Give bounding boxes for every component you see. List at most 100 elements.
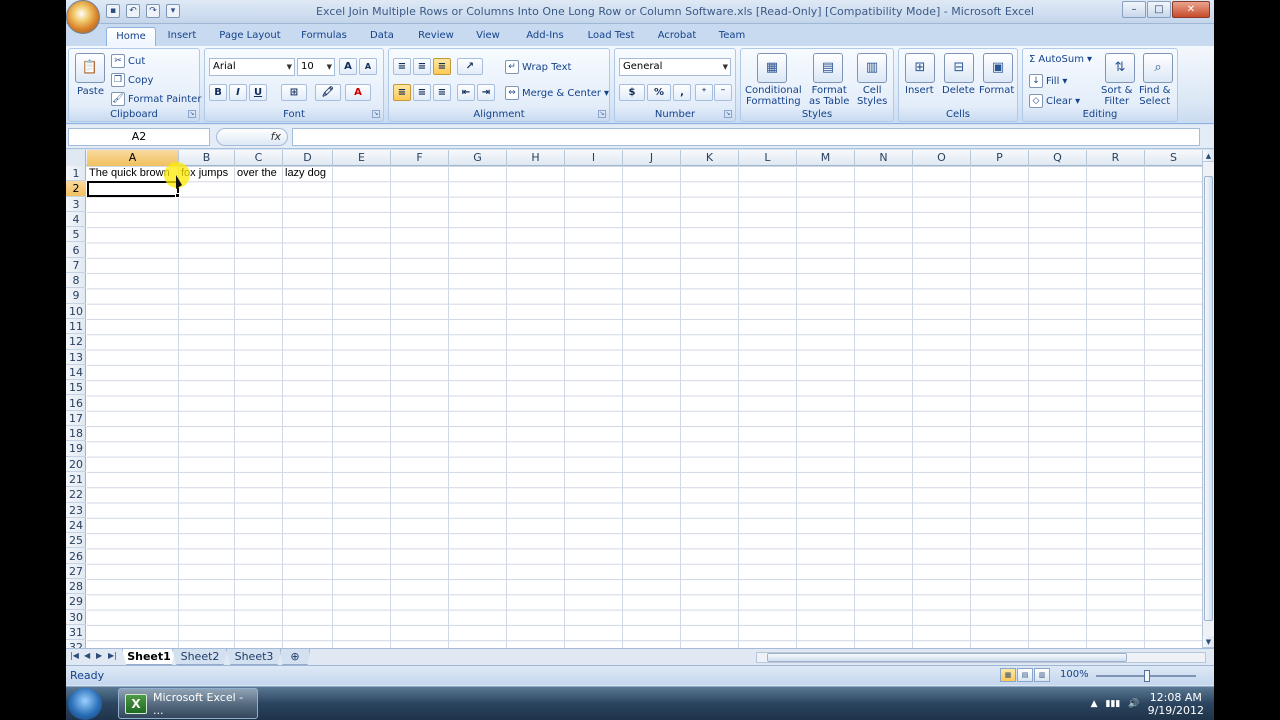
row-header-27[interactable]: 27 bbox=[66, 564, 86, 580]
row-header-6[interactable]: 6 bbox=[66, 243, 86, 258]
format-painter-button[interactable]: 🖌 Format Painter bbox=[111, 92, 201, 106]
row-header-20[interactable]: 20 bbox=[66, 457, 86, 472]
binoculars-icon[interactable]: ⌕ bbox=[1143, 53, 1173, 83]
insert-function-button[interactable]: fx bbox=[216, 128, 288, 146]
tab-review[interactable]: Review bbox=[412, 27, 460, 46]
column-header-i[interactable]: I bbox=[565, 150, 623, 166]
column-header-a[interactable]: A bbox=[87, 150, 179, 166]
sheet-tab-sheet2[interactable]: Sheet2 bbox=[172, 649, 228, 665]
last-sheet-icon[interactable]: ▶| bbox=[108, 651, 117, 660]
borders-button[interactable]: ⊞ bbox=[281, 84, 307, 101]
conditional-formatting-icon[interactable]: ▦ bbox=[757, 53, 787, 83]
column-header-k[interactable]: K bbox=[681, 150, 739, 166]
delete-cells-button[interactable]: Delete bbox=[942, 85, 975, 96]
insert-sheet-icon[interactable]: ⊕ bbox=[280, 649, 310, 665]
horizontal-scrollbar[interactable] bbox=[756, 652, 1206, 663]
increase-decimal-icon[interactable]: ⁺ bbox=[695, 84, 713, 101]
decrease-decimal-icon[interactable]: ⁻ bbox=[714, 84, 732, 101]
row-header-5[interactable]: 5 bbox=[66, 227, 86, 243]
tab-team[interactable]: Team bbox=[712, 27, 752, 46]
sheet-tab-sheet1[interactable]: Sheet1 bbox=[122, 649, 176, 665]
insert-cells-icon[interactable]: ⊞ bbox=[905, 53, 935, 83]
align-left-icon[interactable]: ≡ bbox=[393, 84, 411, 101]
page-break-view-icon[interactable]: ▥ bbox=[1034, 668, 1050, 682]
clipboard-launcher-icon[interactable]: ↘ bbox=[188, 110, 196, 118]
column-header-j[interactable]: J bbox=[623, 150, 681, 166]
select-all-button[interactable] bbox=[66, 150, 86, 166]
format-as-table-icon[interactable]: ▤ bbox=[813, 53, 843, 83]
sort-filter-icon[interactable]: ⇅ bbox=[1105, 53, 1135, 83]
row-header-24[interactable]: 24 bbox=[66, 518, 86, 534]
currency-button[interactable]: $ bbox=[619, 84, 645, 101]
row-header-21[interactable]: 21 bbox=[66, 472, 86, 488]
worksheet-grid[interactable]: ABCDEFGHIJKLMNOPQRS 1 2 3 4 5 6 7 8 9 10 11 12 13 14 1… bbox=[66, 150, 1202, 648]
taskbar-excel-button[interactable]: X Microsoft Excel - ... bbox=[118, 688, 258, 719]
column-header-g[interactable]: G bbox=[449, 150, 507, 166]
undo-icon[interactable]: ↶ bbox=[126, 4, 140, 18]
font-color-button[interactable]: A bbox=[345, 84, 371, 101]
row-header-25[interactable]: 25 bbox=[66, 533, 86, 549]
cell-styles-button[interactable]: Cell Styles bbox=[857, 85, 887, 107]
minimize-button[interactable]: – bbox=[1122, 1, 1146, 18]
row-header-26[interactable]: 26 bbox=[66, 549, 86, 564]
tab-load-test[interactable]: Load Test bbox=[580, 27, 642, 46]
normal-view-icon[interactable]: ▦ bbox=[1000, 668, 1016, 682]
row-header-10[interactable]: 10 bbox=[66, 304, 86, 319]
decrease-indent-icon[interactable]: ⇤ bbox=[457, 84, 475, 101]
row-header-16[interactable]: 16 bbox=[66, 396, 86, 411]
column-header-m[interactable]: M bbox=[797, 150, 855, 166]
grow-font-button[interactable]: A bbox=[339, 58, 357, 75]
alignment-launcher-icon[interactable]: ↘ bbox=[598, 110, 606, 118]
delete-cells-icon[interactable]: ⊟ bbox=[944, 53, 974, 83]
row-header-31[interactable]: 31 bbox=[66, 625, 86, 641]
office-button[interactable] bbox=[66, 0, 100, 34]
close-button[interactable]: ✕ bbox=[1172, 1, 1210, 18]
orientation-icon[interactable]: ↗ bbox=[457, 58, 483, 75]
underline-button[interactable]: U bbox=[249, 84, 267, 101]
tab-data[interactable]: Data bbox=[362, 27, 402, 46]
format-cells-icon[interactable]: ▣ bbox=[983, 53, 1013, 83]
row-header-28[interactable]: 28 bbox=[66, 579, 86, 595]
vertical-scrollbar[interactable]: ▲ ▼ bbox=[1202, 150, 1214, 648]
italic-button[interactable]: I bbox=[229, 84, 247, 101]
column-header-n[interactable]: N bbox=[855, 150, 913, 166]
row-header-14[interactable]: 14 bbox=[66, 365, 86, 381]
cell-area[interactable]: The quick brown fox jumps over the lazy dog bbox=[87, 166, 1202, 648]
merge-center-button[interactable]: ⇔ Merge & Center ▾ bbox=[505, 86, 609, 100]
row-header-11[interactable]: 11 bbox=[66, 319, 86, 335]
align-bottom-icon[interactable]: ≡ bbox=[433, 58, 451, 75]
row-header-3[interactable]: 3 bbox=[66, 197, 86, 212]
tab-add-ins[interactable]: Add-Ins bbox=[518, 27, 572, 46]
font-launcher-icon[interactable]: ↘ bbox=[372, 110, 380, 118]
tab-home[interactable]: Home bbox=[106, 27, 156, 46]
scroll-up-icon[interactable]: ▲ bbox=[1203, 150, 1214, 162]
number-launcher-icon[interactable]: ↘ bbox=[724, 110, 732, 118]
column-header-r[interactable]: R bbox=[1087, 150, 1145, 166]
row-header-30[interactable]: 30 bbox=[66, 610, 86, 625]
row-header-1[interactable]: 1 bbox=[66, 166, 86, 182]
increase-indent-icon[interactable]: ⇥ bbox=[477, 84, 495, 101]
cell-styles-icon[interactable]: ▥ bbox=[857, 53, 887, 83]
copy-button[interactable]: ❐ Copy bbox=[111, 73, 153, 87]
number-format-select[interactable]: General ▼ bbox=[619, 58, 731, 76]
tab-acrobat[interactable]: Acrobat bbox=[650, 27, 704, 46]
prev-sheet-icon[interactable]: ◀ bbox=[84, 651, 90, 660]
row-header-7[interactable]: 7 bbox=[66, 258, 86, 274]
start-button[interactable] bbox=[68, 688, 102, 720]
insert-cells-button[interactable]: Insert bbox=[905, 85, 934, 96]
column-header-o[interactable]: O bbox=[913, 150, 971, 166]
row-header-23[interactable]: 23 bbox=[66, 503, 86, 518]
column-header-h[interactable]: H bbox=[507, 150, 565, 166]
paste-button[interactable]: Paste bbox=[77, 86, 104, 97]
row-header-2[interactable]: 2 bbox=[66, 181, 86, 197]
zoom-slider-thumb[interactable] bbox=[1144, 670, 1150, 682]
row-header-9[interactable]: 9 bbox=[66, 288, 86, 304]
name-box[interactable]: A2 bbox=[68, 128, 210, 146]
cut-button[interactable]: ✂ Cut bbox=[111, 54, 145, 68]
comma-button[interactable]: , bbox=[673, 84, 691, 101]
align-top-icon[interactable]: ≡ bbox=[393, 58, 411, 75]
vertical-scroll-thumb[interactable] bbox=[1204, 176, 1213, 621]
tab-insert[interactable]: Insert bbox=[160, 27, 204, 46]
shrink-font-button[interactable]: A bbox=[359, 58, 377, 75]
next-sheet-icon[interactable]: ▶ bbox=[96, 651, 102, 660]
